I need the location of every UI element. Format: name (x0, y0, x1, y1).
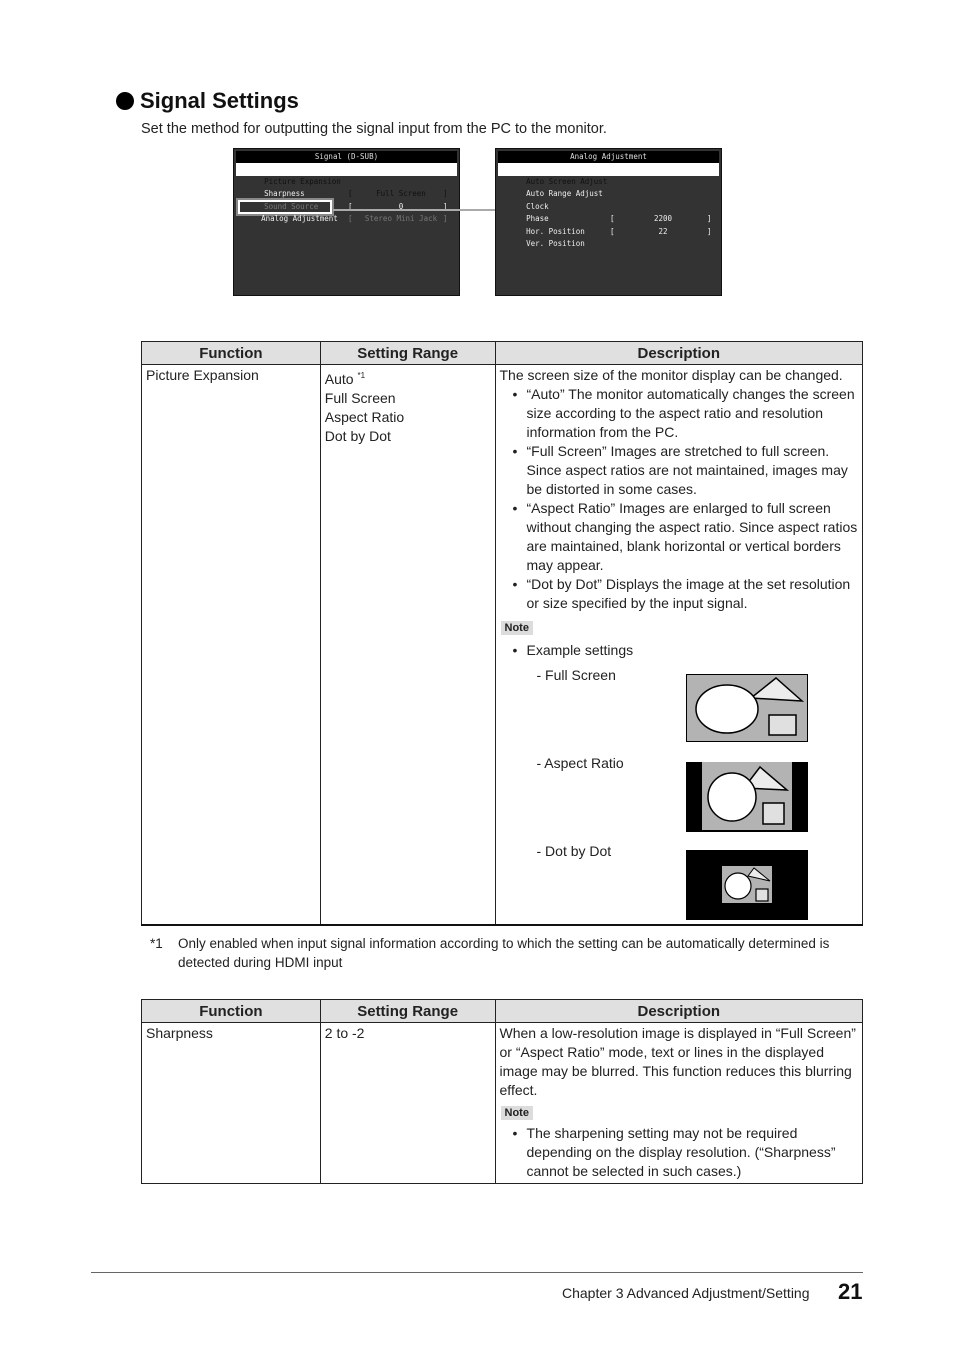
osd-title: Signal (D-SUB) (236, 151, 457, 163)
example-label: - Full Screen (536, 667, 616, 683)
callout-connector-line (333, 209, 495, 211)
example-aspect-ratio: - Aspect Ratio (500, 754, 859, 842)
bullet-aspect-ratio: “Aspect Ratio” Images are enlarged to fu… (513, 499, 859, 575)
osd-row-value: Stereo Mini Jack (364, 214, 438, 223)
table-row: Sharpness 2 to -2 When a low-resolution … (141, 1022, 864, 1184)
range-auto: Auto (324, 371, 354, 387)
example-label: - Dot by Dot (536, 843, 612, 859)
setting-range-cell: Auto *1 Full Screen Aspect Ratio Dot by … (319, 364, 496, 926)
page-title: Signal Settings (140, 88, 299, 113)
description-cell: The screen size of the monitor display c… (494, 364, 863, 926)
footer-divider (91, 1272, 863, 1273)
osd-row-clock[interactable]: Clock [2200] (498, 188, 719, 224)
osd-analog-adjustment-menu: Analog Adjustment Auto Screen Adjust Aut… (495, 148, 722, 296)
description-cell: When a low-resolution image is displayed… (494, 1022, 864, 1184)
osd-row-ver-position[interactable]: Ver. Position (498, 226, 719, 248)
osd-row-sound-source: Sound Source [Stereo Mini Jack] (236, 188, 457, 224)
description-text: When a low-resolution image is displayed… (499, 1025, 856, 1098)
function-cell: Picture Expansion (141, 364, 321, 926)
footnote-mark: *1 (150, 936, 163, 951)
range-aspect-ratio: Aspect Ratio (324, 409, 405, 425)
section-heading: Signal Settings (116, 88, 299, 114)
full-screen-illustration (685, 674, 808, 742)
range-full-screen: Full Screen (324, 390, 396, 406)
bullet-auto: “Auto” The monitor automatically changes… (513, 385, 859, 442)
osd-signal-menu: Signal (D-SUB) Picture Expansion [Full S… (233, 148, 460, 296)
aspect-ratio-illustration (685, 762, 808, 832)
note-sharpening: The sharpening setting may not be requir… (512, 1124, 858, 1181)
osd-row-analog-adjustment[interactable]: Analog Adjustment (238, 199, 338, 223)
description-bullets: “Auto” The monitor automatically changes… (500, 385, 859, 613)
bullet-circle-icon (116, 92, 134, 110)
osd-row-picture-expansion[interactable]: Picture Expansion [Full Screen] (236, 163, 457, 198)
table-header-row: Function Setting Range Description (141, 341, 863, 365)
picture-expansion-table: Function Setting Range Description Pictu… (141, 341, 863, 926)
description-intro: The screen size of the monitor display c… (499, 367, 843, 383)
intro-text: Set the method for outputting the signal… (141, 121, 607, 137)
bullet-full-screen: “Full Screen” Images are stretched to fu… (513, 442, 859, 499)
header-function: Function (141, 999, 321, 1023)
example-dot-by-dot: - Dot by Dot (500, 842, 859, 920)
osd-row-auto-range-adjust[interactable]: Auto Range Adjust (498, 176, 719, 198)
footnote-mark: *1 (357, 371, 366, 380)
osd-row-label: Ver. Position (526, 239, 585, 248)
header-setting-range: Setting Range (319, 341, 496, 365)
osd-title: Analog Adjustment (498, 151, 719, 163)
footnote-text: Only enabled when input signal informati… (178, 936, 830, 970)
note-badge: Note (500, 1106, 533, 1120)
osd-row-value: 0 (398, 201, 404, 211)
dot-by-dot-illustration (685, 850, 808, 920)
note-example-settings: Example settings (513, 641, 859, 660)
bullet-dot-by-dot: “Dot by Dot” Displays the image at the s… (513, 575, 859, 613)
header-description: Description (494, 999, 864, 1023)
osd-row-auto-screen-adjust[interactable]: Auto Screen Adjust (498, 163, 719, 186)
header-setting-range: Setting Range (319, 999, 496, 1023)
footnote: *1 Only enabled when input signal inform… (150, 934, 838, 972)
table-row: Picture Expansion Auto *1 Full Screen As… (141, 364, 863, 926)
footer-chapter: Chapter 3 Advanced Adjustment/Setting (562, 1285, 810, 1301)
page-number: 21 (838, 1279, 863, 1304)
range-dot-by-dot: Dot by Dot (324, 428, 391, 444)
osd-row-sharpness[interactable]: Sharpness [0] (236, 176, 457, 211)
header-function: Function (141, 341, 321, 365)
osd-row-label: Analog Adjustment (261, 214, 338, 223)
sharpness-table: Function Setting Range Description Sharp… (141, 999, 864, 1184)
example-full-screen: - Full Screen (500, 666, 859, 754)
function-cell: Sharpness (141, 1022, 321, 1184)
table-header-row: Function Setting Range Description (141, 999, 864, 1023)
osd-row-hor-position[interactable]: Hor. Position (498, 213, 719, 236)
setting-range-cell: 2 to -2 (319, 1022, 496, 1184)
note-badge: Note (500, 621, 533, 635)
example-label: - Aspect Ratio (536, 755, 624, 771)
header-description: Description (494, 341, 863, 365)
osd-row-phase[interactable]: Phase [22] (498, 201, 719, 236)
